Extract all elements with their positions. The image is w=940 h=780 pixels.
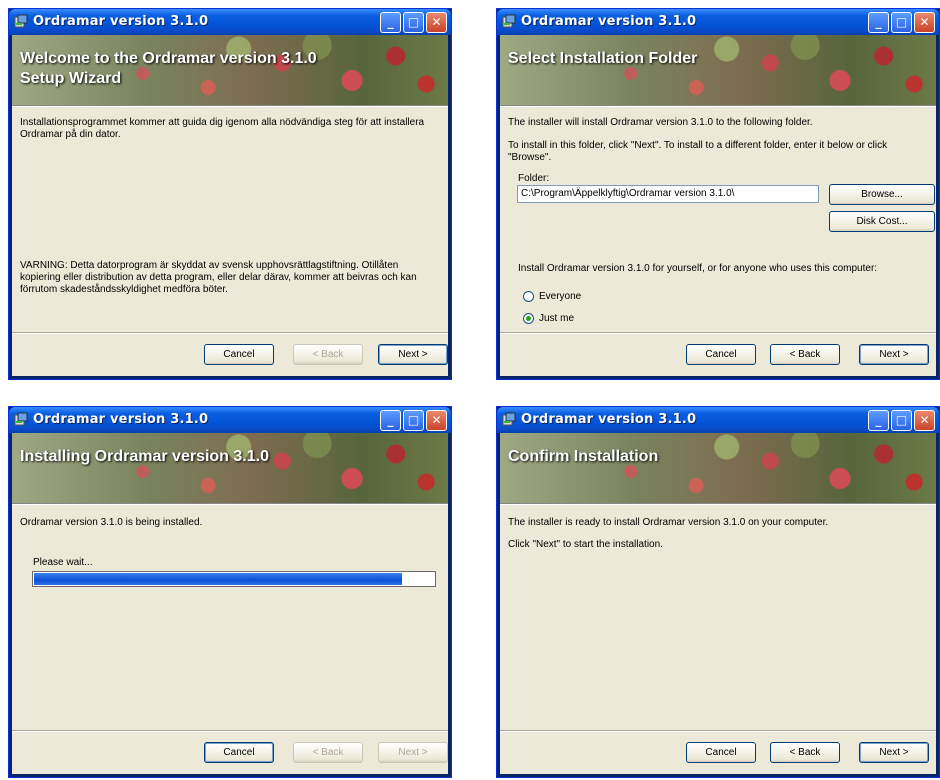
- maximize-button[interactable]: □: [891, 12, 912, 33]
- minimize-button[interactable]: _: [380, 410, 401, 431]
- cancel-button[interactable]: Cancel: [204, 344, 274, 365]
- divider: [12, 730, 448, 732]
- cancel-button[interactable]: Cancel: [686, 742, 756, 763]
- next-button[interactable]: Next >: [378, 344, 448, 365]
- dialog-body: The installer is ready to install Ordram…: [500, 505, 936, 774]
- next-button[interactable]: Next >: [378, 742, 448, 763]
- window-title: Ordramar version 3.1.0: [521, 14, 697, 29]
- close-button[interactable]: ✕: [426, 410, 447, 431]
- confirm-text: The installer is ready to install Ordram…: [508, 517, 829, 528]
- close-icon: ✕: [919, 15, 930, 29]
- cancel-button[interactable]: Cancel: [686, 344, 756, 365]
- folder-instructions: To install in this folder, click "Next".…: [508, 140, 888, 163]
- next-button[interactable]: Next >: [859, 344, 929, 365]
- header-banner: Welcome to the Ordramar version 3.1.0 Se…: [12, 35, 448, 105]
- close-icon: ✕: [919, 413, 930, 427]
- radio-just-me-label: Just me: [539, 313, 575, 324]
- confirm-instructions: Click "Next" to start the installation.: [508, 539, 663, 550]
- setup-window-folder: Ordramar version 3.1.0 _ □ ✕ Select Inst…: [496, 8, 940, 380]
- title-bar[interactable]: Ordramar version 3.1.0 _ □ ✕: [497, 9, 939, 35]
- radio-everyone-label: Everyone: [539, 291, 582, 302]
- dialog-body: Ordramar version 3.1.0 is being installe…: [12, 505, 448, 774]
- minimize-icon: _: [387, 413, 394, 427]
- minimize-button[interactable]: _: [868, 12, 889, 33]
- radio-everyone-indicator: [523, 291, 534, 302]
- maximize-button[interactable]: □: [403, 12, 424, 33]
- install-scope-text: Install Ordramar version 3.1.0 for yours…: [518, 263, 878, 274]
- minimize-button[interactable]: _: [868, 410, 889, 431]
- maximize-button[interactable]: □: [403, 410, 424, 431]
- minimize-icon: _: [387, 15, 394, 29]
- back-button[interactable]: < Back: [293, 344, 363, 365]
- divider: [500, 332, 936, 334]
- intro-text: Installationsprogrammet kommer att guida…: [20, 117, 425, 140]
- disk-cost-button[interactable]: Disk Cost...: [829, 211, 935, 232]
- back-button[interactable]: < Back: [770, 742, 840, 763]
- header-banner: Confirm Installation: [500, 433, 936, 503]
- page-heading: Select Installation Folder: [508, 50, 698, 67]
- page-heading: Installing Ordramar version 3.1.0: [20, 448, 269, 465]
- install-status: Ordramar version 3.1.0 is being installe…: [20, 517, 203, 528]
- back-button[interactable]: < Back: [770, 344, 840, 365]
- setup-window-confirm: Ordramar version 3.1.0 _ □ ✕ Confirm Ins…: [496, 406, 940, 778]
- installer-icon: [502, 412, 516, 426]
- progress-bar: [32, 571, 436, 587]
- setup-window-welcome: Ordramar version 3.1.0 _ □ ✕ Welcome to …: [8, 8, 452, 380]
- maximize-icon: □: [407, 15, 420, 29]
- folder-path-input[interactable]: C:\Program\Äppelklyftig\Ordramar version…: [517, 185, 819, 203]
- folder-intro: The installer will install Ordramar vers…: [508, 117, 813, 128]
- maximize-icon: □: [895, 15, 908, 29]
- next-button[interactable]: Next >: [859, 742, 929, 763]
- installer-icon: [14, 14, 28, 28]
- maximize-icon: □: [407, 413, 420, 427]
- warning-text: VARNING: Detta datorprogram är skyddat a…: [20, 260, 417, 295]
- maximize-button[interactable]: □: [891, 410, 912, 431]
- window-title: Ordramar version 3.1.0: [521, 412, 697, 427]
- back-button-label: < Back: [312, 349, 344, 360]
- minimize-icon: _: [875, 15, 882, 29]
- page-heading: Confirm Installation: [508, 448, 659, 465]
- divider: [500, 730, 936, 732]
- header-banner: Select Installation Folder: [500, 35, 936, 105]
- header-banner: Installing Ordramar version 3.1.0: [12, 433, 448, 503]
- radio-just-me[interactable]: Just me: [523, 313, 574, 324]
- title-bar[interactable]: Ordramar version 3.1.0 _ □ ✕: [9, 9, 451, 35]
- folder-label: Folder:: [518, 173, 550, 184]
- installer-icon: [502, 14, 516, 28]
- title-bar[interactable]: Ordramar version 3.1.0 _ □ ✕: [497, 407, 939, 433]
- divider: [12, 332, 448, 334]
- close-button[interactable]: ✕: [914, 12, 935, 33]
- close-button[interactable]: ✕: [426, 12, 447, 33]
- maximize-icon: □: [895, 413, 908, 427]
- progress-fill: [34, 573, 402, 585]
- browse-button[interactable]: Browse...: [829, 184, 935, 205]
- radio-just-me-indicator: [523, 313, 534, 324]
- window-title: Ordramar version 3.1.0: [33, 412, 209, 427]
- page-heading: Welcome to the Ordramar version 3.1.0 Se…: [20, 50, 317, 87]
- wait-text: Please wait...: [33, 557, 93, 568]
- title-bar[interactable]: Ordramar version 3.1.0 _ □ ✕: [9, 407, 451, 433]
- installer-icon: [14, 412, 28, 426]
- back-button[interactable]: < Back: [293, 742, 363, 763]
- minimize-button[interactable]: _: [380, 12, 401, 33]
- cancel-button[interactable]: Cancel: [204, 742, 274, 763]
- dialog-body: Installationsprogrammet kommer att guida…: [12, 107, 448, 376]
- radio-everyone[interactable]: Everyone: [523, 291, 581, 302]
- setup-window-installing: Ordramar version 3.1.0 _ □ ✕ Installing …: [8, 406, 452, 778]
- dialog-body: The installer will install Ordramar vers…: [500, 107, 936, 376]
- close-button[interactable]: ✕: [914, 410, 935, 431]
- minimize-icon: _: [875, 413, 882, 427]
- close-icon: ✕: [431, 413, 442, 427]
- next-button-label: Next >: [398, 349, 428, 360]
- window-title: Ordramar version 3.1.0: [33, 14, 209, 29]
- close-icon: ✕: [431, 15, 442, 29]
